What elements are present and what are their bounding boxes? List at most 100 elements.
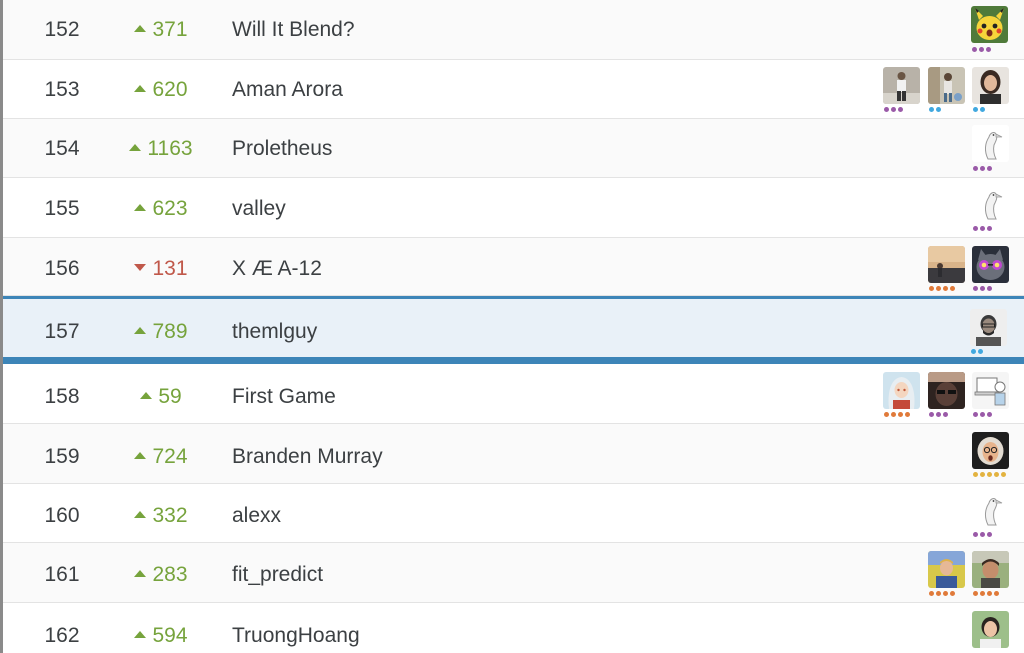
team-name[interactable]: alexx bbox=[232, 504, 281, 528]
rank: 152 bbox=[44, 18, 80, 41]
avatar[interactable] bbox=[972, 67, 1009, 104]
rank-change: 59 bbox=[121, 385, 201, 409]
arrow-up-icon bbox=[134, 326, 147, 334]
table-row[interactable]: 162 594 TruongHoang bbox=[3, 603, 1024, 653]
rank-change-value: 131 bbox=[152, 257, 188, 280]
tier-dots bbox=[884, 107, 903, 112]
rank-change-value: 594 bbox=[152, 624, 188, 647]
default-goose-avatar[interactable] bbox=[972, 125, 1009, 162]
table-row[interactable]: 158 59 First Game bbox=[3, 364, 1024, 424]
arrow-up-icon bbox=[140, 391, 153, 399]
tier-dots bbox=[929, 107, 941, 112]
tier-dots bbox=[973, 226, 992, 231]
team-name[interactable]: X Æ A-12 bbox=[232, 257, 322, 281]
tier-dots bbox=[972, 47, 991, 52]
arrow-up-icon bbox=[134, 630, 147, 638]
tier-dots bbox=[973, 532, 992, 537]
table-row[interactable]: 160 332 alexx bbox=[3, 484, 1024, 543]
rank-change: 724 bbox=[121, 445, 201, 469]
tier-dots bbox=[973, 472, 1006, 477]
leaderboard-table: 152 371 Will It Blend? 153 620 Aman Aror… bbox=[0, 0, 1024, 653]
rank: 161 bbox=[44, 563, 80, 586]
avatar[interactable] bbox=[928, 67, 965, 104]
rank-change-value: 789 bbox=[152, 320, 188, 343]
rank: 157 bbox=[44, 320, 80, 343]
team-name[interactable]: First Game bbox=[232, 385, 336, 409]
team-name[interactable]: Branden Murray bbox=[232, 445, 383, 469]
avatar[interactable] bbox=[928, 372, 965, 409]
arrow-up-icon bbox=[134, 510, 147, 518]
team-name[interactable]: Will It Blend? bbox=[232, 18, 355, 42]
rank-change-value: 623 bbox=[152, 197, 188, 220]
arrow-up-icon bbox=[134, 203, 147, 211]
avatar[interactable] bbox=[883, 372, 920, 409]
arrow-up-icon bbox=[134, 451, 147, 459]
rank: 153 bbox=[44, 78, 80, 101]
avatar[interactable] bbox=[928, 246, 965, 283]
rank-change-value: 59 bbox=[158, 385, 182, 408]
tier-dots bbox=[973, 286, 992, 291]
rank: 156 bbox=[44, 257, 80, 280]
rank-change: 332 bbox=[121, 504, 201, 528]
table-row[interactable]: 152 371 Will It Blend? bbox=[3, 0, 1024, 60]
team-name[interactable]: themlguy bbox=[232, 320, 317, 344]
rank: 155 bbox=[44, 197, 80, 220]
avatar[interactable] bbox=[972, 432, 1009, 469]
team-name[interactable]: Aman Arora bbox=[232, 78, 343, 102]
rank-change-value: 283 bbox=[152, 563, 188, 586]
tier-dots bbox=[929, 286, 955, 291]
team-name[interactable]: valley bbox=[232, 197, 286, 221]
tier-dots bbox=[973, 591, 999, 596]
rank-change: 623 bbox=[121, 197, 201, 221]
avatar[interactable] bbox=[972, 611, 1009, 648]
table-row[interactable]: 156 131 X Æ A-12 bbox=[3, 238, 1024, 296]
tier-dots bbox=[929, 591, 955, 596]
arrow-up-icon bbox=[129, 143, 142, 151]
rank-change: 283 bbox=[121, 563, 201, 587]
team-name[interactable]: Proletheus bbox=[232, 137, 332, 161]
arrow-up-icon bbox=[134, 569, 147, 577]
tier-dots bbox=[973, 412, 992, 417]
table-row[interactable]: 159 724 Branden Murray bbox=[3, 424, 1024, 484]
avatar[interactable] bbox=[970, 309, 1007, 346]
rank-change: 594 bbox=[121, 624, 201, 648]
rank-change-value: 332 bbox=[152, 504, 188, 527]
table-row[interactable]: 153 620 Aman Arora bbox=[3, 60, 1024, 119]
team-name[interactable]: fit_predict bbox=[232, 563, 323, 587]
rank-change-value: 724 bbox=[152, 445, 188, 468]
avatar[interactable] bbox=[972, 246, 1009, 283]
arrow-up-icon bbox=[134, 24, 147, 32]
rank-change: 620 bbox=[121, 78, 201, 102]
rank: 159 bbox=[44, 445, 80, 468]
avatar[interactable] bbox=[972, 372, 1009, 409]
arrow-down-icon bbox=[134, 263, 147, 271]
tier-dots bbox=[971, 349, 983, 354]
table-row[interactable]: 161 283 fit_predict bbox=[3, 543, 1024, 603]
tier-dots bbox=[973, 166, 992, 171]
rank: 160 bbox=[44, 504, 80, 527]
rank-change: 131 bbox=[121, 257, 201, 281]
rank: 154 bbox=[44, 137, 80, 160]
avatar[interactable] bbox=[972, 551, 1009, 588]
rank-change: 371 bbox=[121, 18, 201, 42]
rank-change: 789 bbox=[121, 320, 201, 344]
arrow-up-icon bbox=[134, 84, 147, 92]
tier-dots bbox=[884, 412, 910, 417]
avatar[interactable] bbox=[883, 67, 920, 104]
team-name[interactable]: TruongHoang bbox=[232, 624, 360, 648]
tier-dots bbox=[929, 412, 948, 417]
default-goose-avatar[interactable] bbox=[972, 185, 1009, 222]
default-goose-avatar[interactable] bbox=[972, 491, 1009, 528]
rank-change-value: 371 bbox=[152, 18, 188, 41]
tier-dots bbox=[973, 107, 985, 112]
rank-change-value: 620 bbox=[152, 78, 188, 101]
rank: 162 bbox=[44, 624, 80, 647]
avatar[interactable] bbox=[971, 6, 1008, 43]
table-row[interactable]: 155 623 valley bbox=[3, 178, 1024, 238]
rank-change-value: 1163 bbox=[147, 137, 193, 160]
table-row-current-user[interactable]: 157 789 themlguy bbox=[3, 296, 1024, 364]
avatar[interactable] bbox=[928, 551, 965, 588]
table-row[interactable]: 154 1163 Proletheus bbox=[3, 119, 1024, 178]
rank-change: 1163 bbox=[121, 137, 201, 161]
rank: 158 bbox=[44, 385, 80, 408]
